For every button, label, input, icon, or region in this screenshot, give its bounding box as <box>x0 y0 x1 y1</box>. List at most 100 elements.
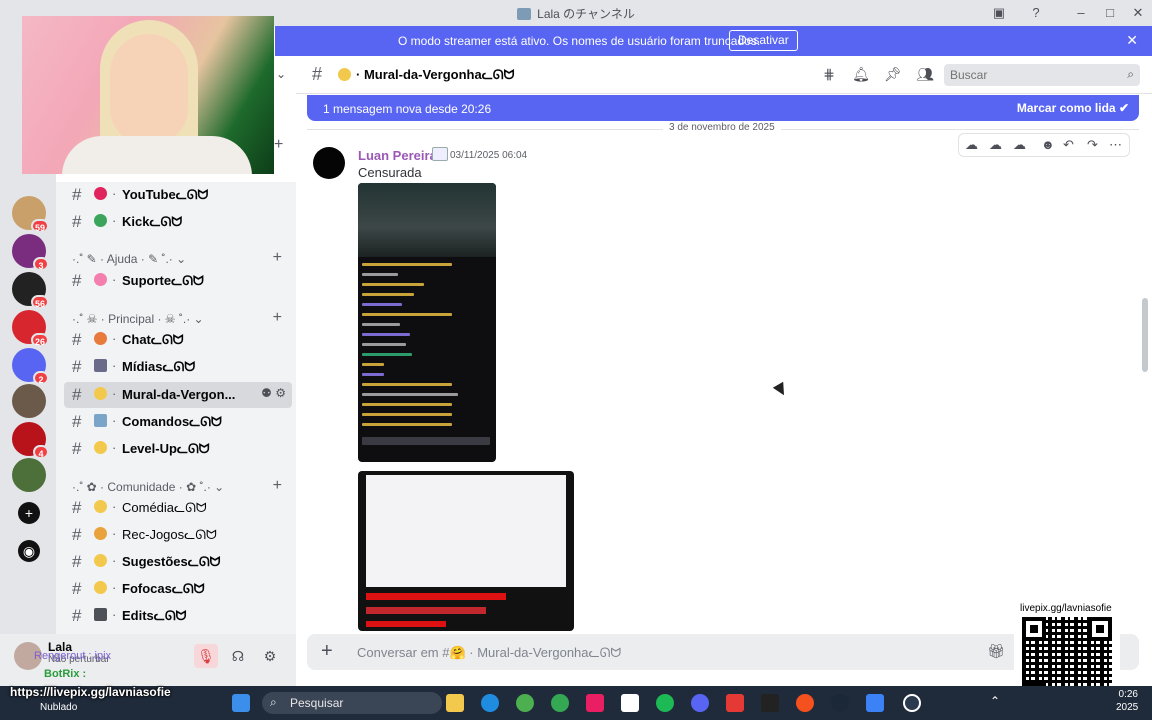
add-reaction-icon[interactable]: ☻ <box>1041 137 1055 152</box>
server-icon[interactable]: 59 <box>12 196 49 233</box>
pin-icon[interactable]: 📌︎ <box>884 66 902 84</box>
chevron-up-icon[interactable]: ⌃ <box>990 694 1000 708</box>
help-icon[interactable]: ? <box>1027 4 1045 22</box>
attach-plus-icon[interactable]: + <box>321 640 333 663</box>
spotify-icon[interactable] <box>656 694 674 712</box>
blush-face-icon <box>94 387 107 400</box>
scrollbar[interactable] <box>1142 298 1148 372</box>
new-messages-bar[interactable]: 1 mensagem nova desde 20:26 Marcar como … <box>307 95 1139 121</box>
close-icon[interactable]: ✕ <box>1126 32 1138 49</box>
laugh-icon <box>94 500 107 513</box>
channel-comedia[interactable]: # · Comédiaᓚᘏᗢ <box>64 495 292 521</box>
server-icon[interactable]: 3 <box>12 234 49 271</box>
edge-icon[interactable] <box>481 694 499 712</box>
server-icon[interactable] <box>12 384 46 418</box>
channel-sugestoes[interactable]: # · Sugestõesᓚᘏᗢ <box>64 549 292 575</box>
image-screen <box>366 475 566 587</box>
channel-mural-da-vergonha[interactable]: # · Mural-da-Vergon... ⚉ ⚙ <box>64 382 292 408</box>
message-toolbar: ☁ ☁ ☁ ☻ ↶ ↷ ⋯ <box>958 133 1130 157</box>
message-author[interactable]: Luan Pereira <box>358 148 437 163</box>
ea-icon[interactable] <box>796 694 814 712</box>
chevron-down-icon[interactable]: ⌄ <box>276 67 286 81</box>
channel-chat[interactable]: # · Chatᓚᘏᗢ <box>64 327 292 353</box>
chrome-icon[interactable] <box>516 694 534 712</box>
vhs-icon <box>94 359 107 372</box>
attachment-image[interactable] <box>358 471 574 631</box>
file-explorer-icon[interactable] <box>446 694 464 712</box>
invite-icon[interactable]: ⚉ <box>261 386 272 400</box>
tiktok-icon[interactable] <box>586 694 604 712</box>
unread-badge: 3 <box>33 257 49 271</box>
server-icon[interactable] <box>12 458 46 492</box>
discord-icon[interactable] <box>691 694 709 712</box>
channel-youtube[interactable]: # · YouTubeᓚᘏᗢ <box>64 182 292 208</box>
search-input[interactable] <box>950 67 1110 83</box>
hash-icon: # <box>72 212 82 231</box>
server-icon[interactable]: 26 <box>12 310 49 347</box>
reaction-icon[interactable]: ☁ <box>1013 137 1026 153</box>
bell-icon[interactable]: 🔔︎ <box>852 66 870 84</box>
add-channel-icon[interactable]: + <box>273 309 282 327</box>
settings-gear-icon[interactable]: ⚙ <box>258 644 282 668</box>
epic-games-icon[interactable] <box>761 694 779 712</box>
discover-icon[interactable]: ◉ <box>18 540 40 562</box>
webcam-overlay <box>22 16 274 174</box>
capcut-icon[interactable] <box>621 694 639 712</box>
close-window-button[interactable]: ✕ <box>1129 4 1147 22</box>
date-separator: 3 de novembro de 2025 <box>307 122 1139 133</box>
chrome-icon[interactable] <box>551 694 569 712</box>
minimize-button[interactable]: – <box>1072 4 1090 22</box>
chat-overlay-line: BotRix : <box>44 668 87 680</box>
server-icon[interactable]: 56 <box>12 272 49 309</box>
attachment-image[interactable] <box>358 183 496 462</box>
add-channel-icon[interactable]: + <box>273 477 282 495</box>
taskbar-search[interactable]: ⌕ Pesquisar <box>262 692 442 714</box>
headphones-button[interactable]: ☊ <box>226 644 250 668</box>
unread-badge: 59 <box>30 219 49 233</box>
channel-suporte[interactable]: # · Suporteᓚᘏᗢ <box>64 268 292 294</box>
add-server-icon[interactable]: + <box>18 502 40 524</box>
hash-icon: # <box>72 357 82 376</box>
mark-read-icon: ✔ <box>1118 101 1129 115</box>
app-icon[interactable] <box>866 694 884 712</box>
threads-icon[interactable]: ⋕ <box>820 66 838 84</box>
add-channel-icon[interactable]: + <box>273 249 282 267</box>
author-avatar[interactable] <box>313 147 345 179</box>
message-input[interactable] <box>357 643 877 661</box>
channel-kick[interactable]: # · Kickᓚᘏᗢ <box>64 209 292 235</box>
channel-fofocas[interactable]: # · Fofocasᓚᘏᗢ <box>64 576 292 602</box>
gear-icon[interactable]: ⚙ <box>275 386 286 400</box>
obs-icon[interactable] <box>903 694 921 712</box>
channel-rec-jogos[interactable]: # · Rec-Jogosᓚᘏᗢ <box>64 522 292 548</box>
reaction-icon[interactable]: ☁ <box>965 137 978 153</box>
mark-as-read-button[interactable]: Marcar como lida ✔ <box>1017 101 1129 115</box>
channel-edits[interactable]: # · Editsᓚᘏᗢ <box>64 603 292 629</box>
taskbar-clock[interactable]: 0:26 2025 <box>1116 688 1138 714</box>
reaction-icon[interactable]: ☁ <box>989 137 1002 153</box>
new-messages-text: 1 mensagem nova desde 20:26 <box>323 102 492 116</box>
steam-icon[interactable] <box>831 694 849 712</box>
mute-mic-button[interactable]: 🎙 <box>194 644 218 668</box>
stream-link-overlay: https://livepix.gg/lavniasofie <box>10 685 171 699</box>
member-list-icon[interactable]: 👥︎ <box>916 66 934 84</box>
server-icon[interactable]: 4 <box>12 422 49 459</box>
inbox-icon[interactable]: ▣ <box>990 4 1008 22</box>
server-icon[interactable]: 2 <box>12 348 49 385</box>
channel-midias[interactable]: # · Mídiasᓚᘏᗢ <box>64 354 292 380</box>
search-box[interactable]: ⌕ <box>944 64 1140 86</box>
gift-icon[interactable]: 🎁︎ <box>987 643 1005 660</box>
forward-icon[interactable]: ↷ <box>1087 137 1098 153</box>
hash-icon: # <box>72 439 82 458</box>
robot-icon <box>94 414 107 427</box>
channel-comandos[interactable]: # · Comandosᓚᘏᗢ <box>64 409 292 435</box>
windows-start-icon[interactable] <box>232 694 250 712</box>
maximize-button[interactable]: □ <box>1101 4 1119 22</box>
app-icon[interactable] <box>726 694 744 712</box>
heart-icon <box>94 187 107 200</box>
disable-streamer-button[interactable]: Desativar <box>729 30 798 51</box>
channel-level-up[interactable]: # · Level-Upᓚᘏᗢ <box>64 436 292 462</box>
add-channel-icon[interactable]: + <box>274 136 283 154</box>
reply-icon[interactable]: ↶ <box>1063 137 1074 153</box>
more-options-icon[interactable]: ⋯ <box>1109 137 1122 153</box>
banner-text: O modo streamer está ativo. Os nomes de … <box>398 34 761 48</box>
